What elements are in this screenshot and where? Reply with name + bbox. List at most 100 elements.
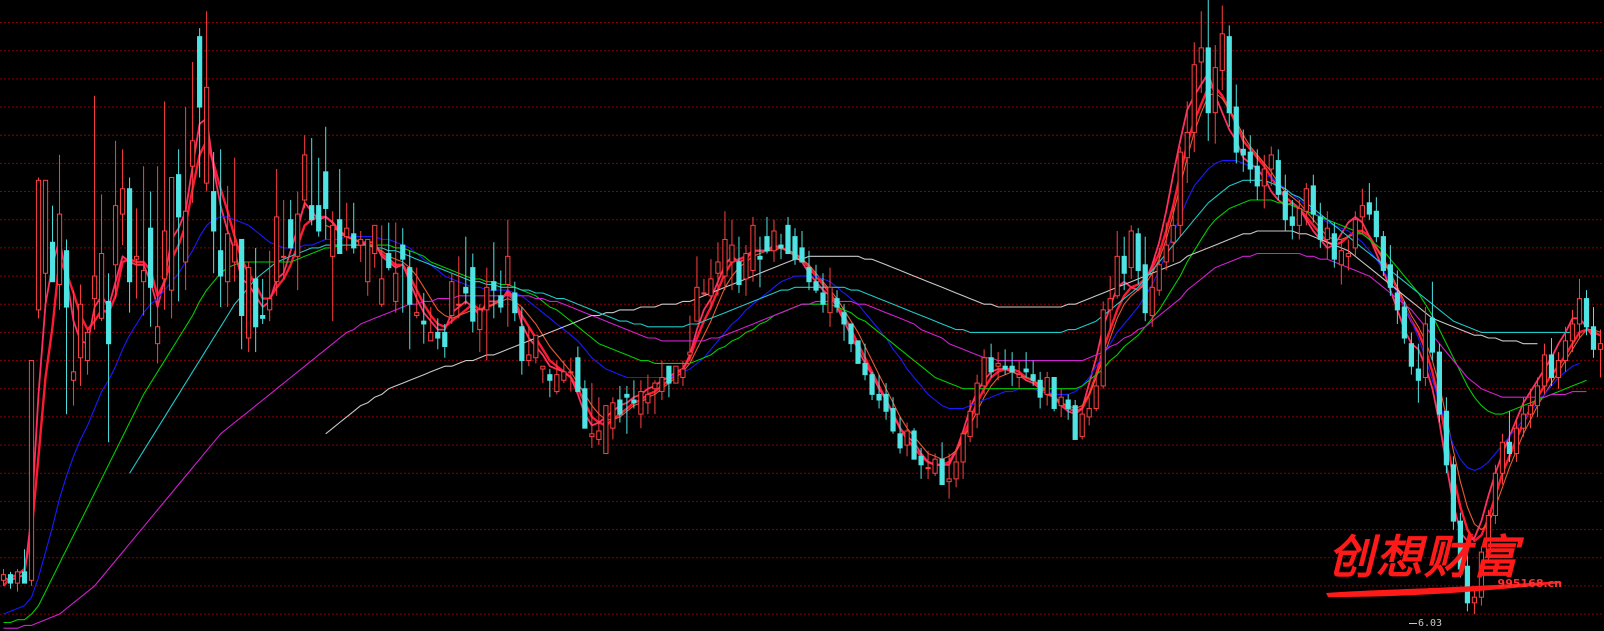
candle [848,323,854,353]
candle-body [820,292,826,305]
ma-line-1 [2,86,1601,587]
candle-body [84,331,91,362]
candle-body [876,393,882,401]
candle-body [1373,210,1379,238]
candle-body [1450,464,1457,522]
candle-body [190,140,196,167]
candle [974,374,980,429]
candle-body [42,179,49,274]
candle [358,230,364,262]
candle-body [1198,47,1204,63]
candle [1058,388,1064,417]
candle [701,278,707,296]
candle-body [750,224,756,271]
candle-body [757,255,763,260]
candle-body [988,357,994,373]
candle [1205,0,1211,141]
candle-body [400,244,406,260]
candle [1142,236,1148,322]
candle [771,219,777,262]
candle-body [365,238,371,283]
candle-body [1177,151,1183,226]
candle [77,284,84,386]
candle [1107,276,1113,330]
candle-body [428,331,434,342]
candle [764,216,770,254]
candle-body [855,340,861,364]
candle-body [477,309,483,331]
candle-body [995,362,1001,367]
candle-body [56,213,63,286]
candle-body [869,374,875,395]
candle [274,169,280,296]
candle-body [239,238,245,317]
candle-body [589,433,595,438]
candle [890,397,896,434]
candle-body [295,213,301,257]
candle-body [932,458,938,474]
kline-chart: 6.03 创想财富 995168.cn [0,0,1604,631]
candle-body [98,253,105,319]
candle [133,208,140,299]
candle-body [792,236,798,260]
candle-body [1205,47,1211,114]
candle-body [1422,323,1428,378]
candle-body [1002,365,1008,370]
candle-body [764,236,770,252]
candle [582,380,588,429]
candle [91,95,98,330]
candle-body [554,374,560,393]
candle-body [813,281,819,291]
candle [659,360,665,401]
candle-body [1513,427,1520,455]
candle-body [372,224,378,255]
candle-body [1506,441,1513,455]
candle [1086,397,1092,426]
candle [736,236,742,293]
candle-body [827,286,833,314]
low-price-label: 6.03 [1418,618,1443,629]
candle-body [1387,264,1393,288]
candle-body [1009,365,1015,373]
candle-body [379,278,385,305]
candle [904,422,910,457]
candle-body [1569,323,1576,342]
candle-body [806,267,812,283]
candle [792,228,798,265]
candle-body [281,255,287,258]
candle [197,28,203,178]
candle-body [568,371,574,374]
candle [84,329,91,375]
candle-body [673,365,679,384]
candle [344,202,350,251]
candle-body [14,571,21,584]
candle-body [1562,340,1569,362]
candle [386,222,392,271]
candle [694,256,700,322]
candle [1310,174,1316,223]
candle-body [561,371,567,381]
candle-body [918,455,924,466]
candle-body [337,219,343,255]
candle [470,253,476,333]
candle-body [302,154,308,201]
candle [260,278,266,324]
candle [687,315,693,361]
candle-body [1072,405,1078,440]
candle-body [1345,253,1351,257]
candle-body [1520,413,1527,429]
candle [526,326,532,367]
candle-body [498,295,504,308]
candle [638,380,644,429]
candle [126,177,133,313]
candle [505,219,511,327]
candle [246,261,252,353]
candle [673,365,679,384]
candle-body [323,171,329,209]
candle [14,569,21,592]
candle-body [0,574,7,581]
candle-body [288,219,294,249]
candle-body [344,227,350,238]
candle [28,360,35,586]
candle-body [1527,405,1534,415]
